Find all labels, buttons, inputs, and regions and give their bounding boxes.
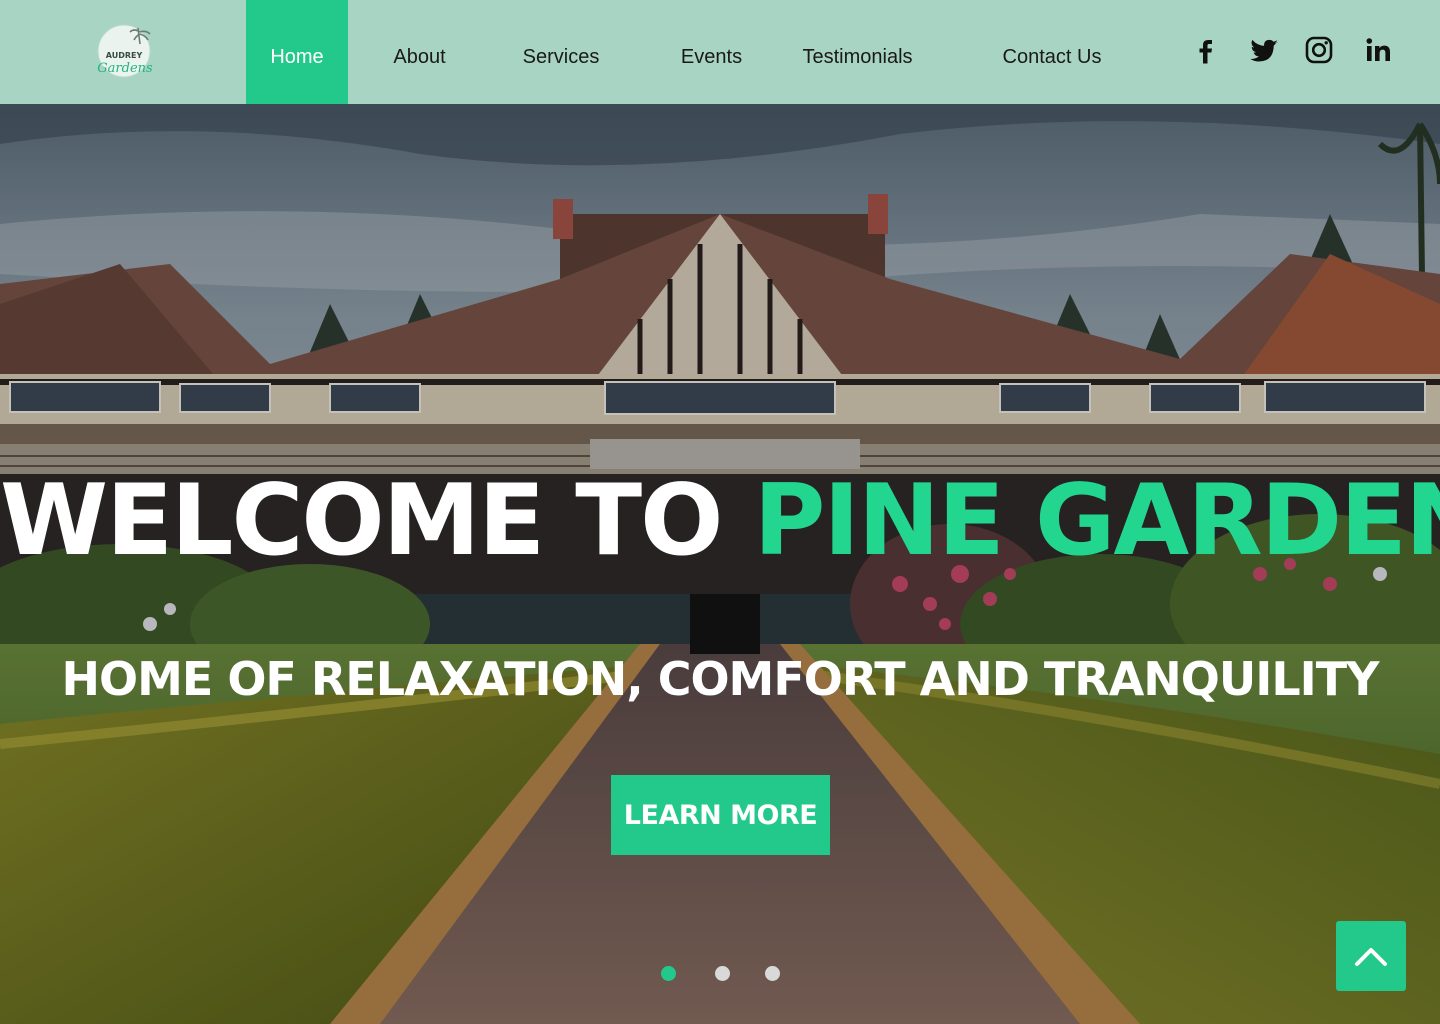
- main-nav: Home About Services Events Testimonials …: [246, 0, 1181, 104]
- nav-events[interactable]: Events: [631, 0, 792, 104]
- nav-testimonials[interactable]: Testimonials: [792, 0, 923, 104]
- hero-headline: WELCOME TO PINE GARDENS: [0, 472, 1440, 570]
- logo-line1: AUDREY: [106, 51, 143, 60]
- logo-line2: Gardens: [97, 61, 153, 76]
- carousel-dot-3[interactable]: [765, 966, 780, 981]
- carousel-indicators: [0, 966, 1440, 982]
- twitter-icon[interactable]: [1249, 34, 1281, 66]
- nav-services[interactable]: Services: [491, 0, 631, 104]
- scroll-to-top-button[interactable]: [1336, 921, 1406, 991]
- carousel-dot-2[interactable]: [715, 966, 730, 981]
- nav-about[interactable]: About: [348, 0, 491, 104]
- nav-home[interactable]: Home: [246, 0, 348, 104]
- site-header: AUDREY Gardens Home About Services Event…: [0, 0, 1440, 104]
- chevron-up-icon: [1355, 948, 1387, 966]
- hero-subheadline: HOME OF RELAXATION, COMFORT AND TRANQUIL…: [61, 652, 1380, 706]
- linkedin-icon[interactable]: [1362, 34, 1394, 66]
- headline-white: WELCOME TO: [0, 464, 723, 578]
- nav-contact-us[interactable]: Contact Us: [923, 0, 1181, 104]
- hero-section: WELCOME TO PINE GARDENS HOME OF RELAXATI…: [0, 104, 1440, 1024]
- carousel-dot-1[interactable]: [661, 966, 676, 981]
- facebook-icon[interactable]: [1190, 34, 1222, 66]
- headline-green: PINE GARDENS: [753, 464, 1440, 578]
- instagram-icon[interactable]: [1303, 34, 1335, 66]
- site-logo[interactable]: AUDREY Gardens: [94, 22, 156, 80]
- learn-more-button[interactable]: LEARN MORE: [611, 775, 830, 855]
